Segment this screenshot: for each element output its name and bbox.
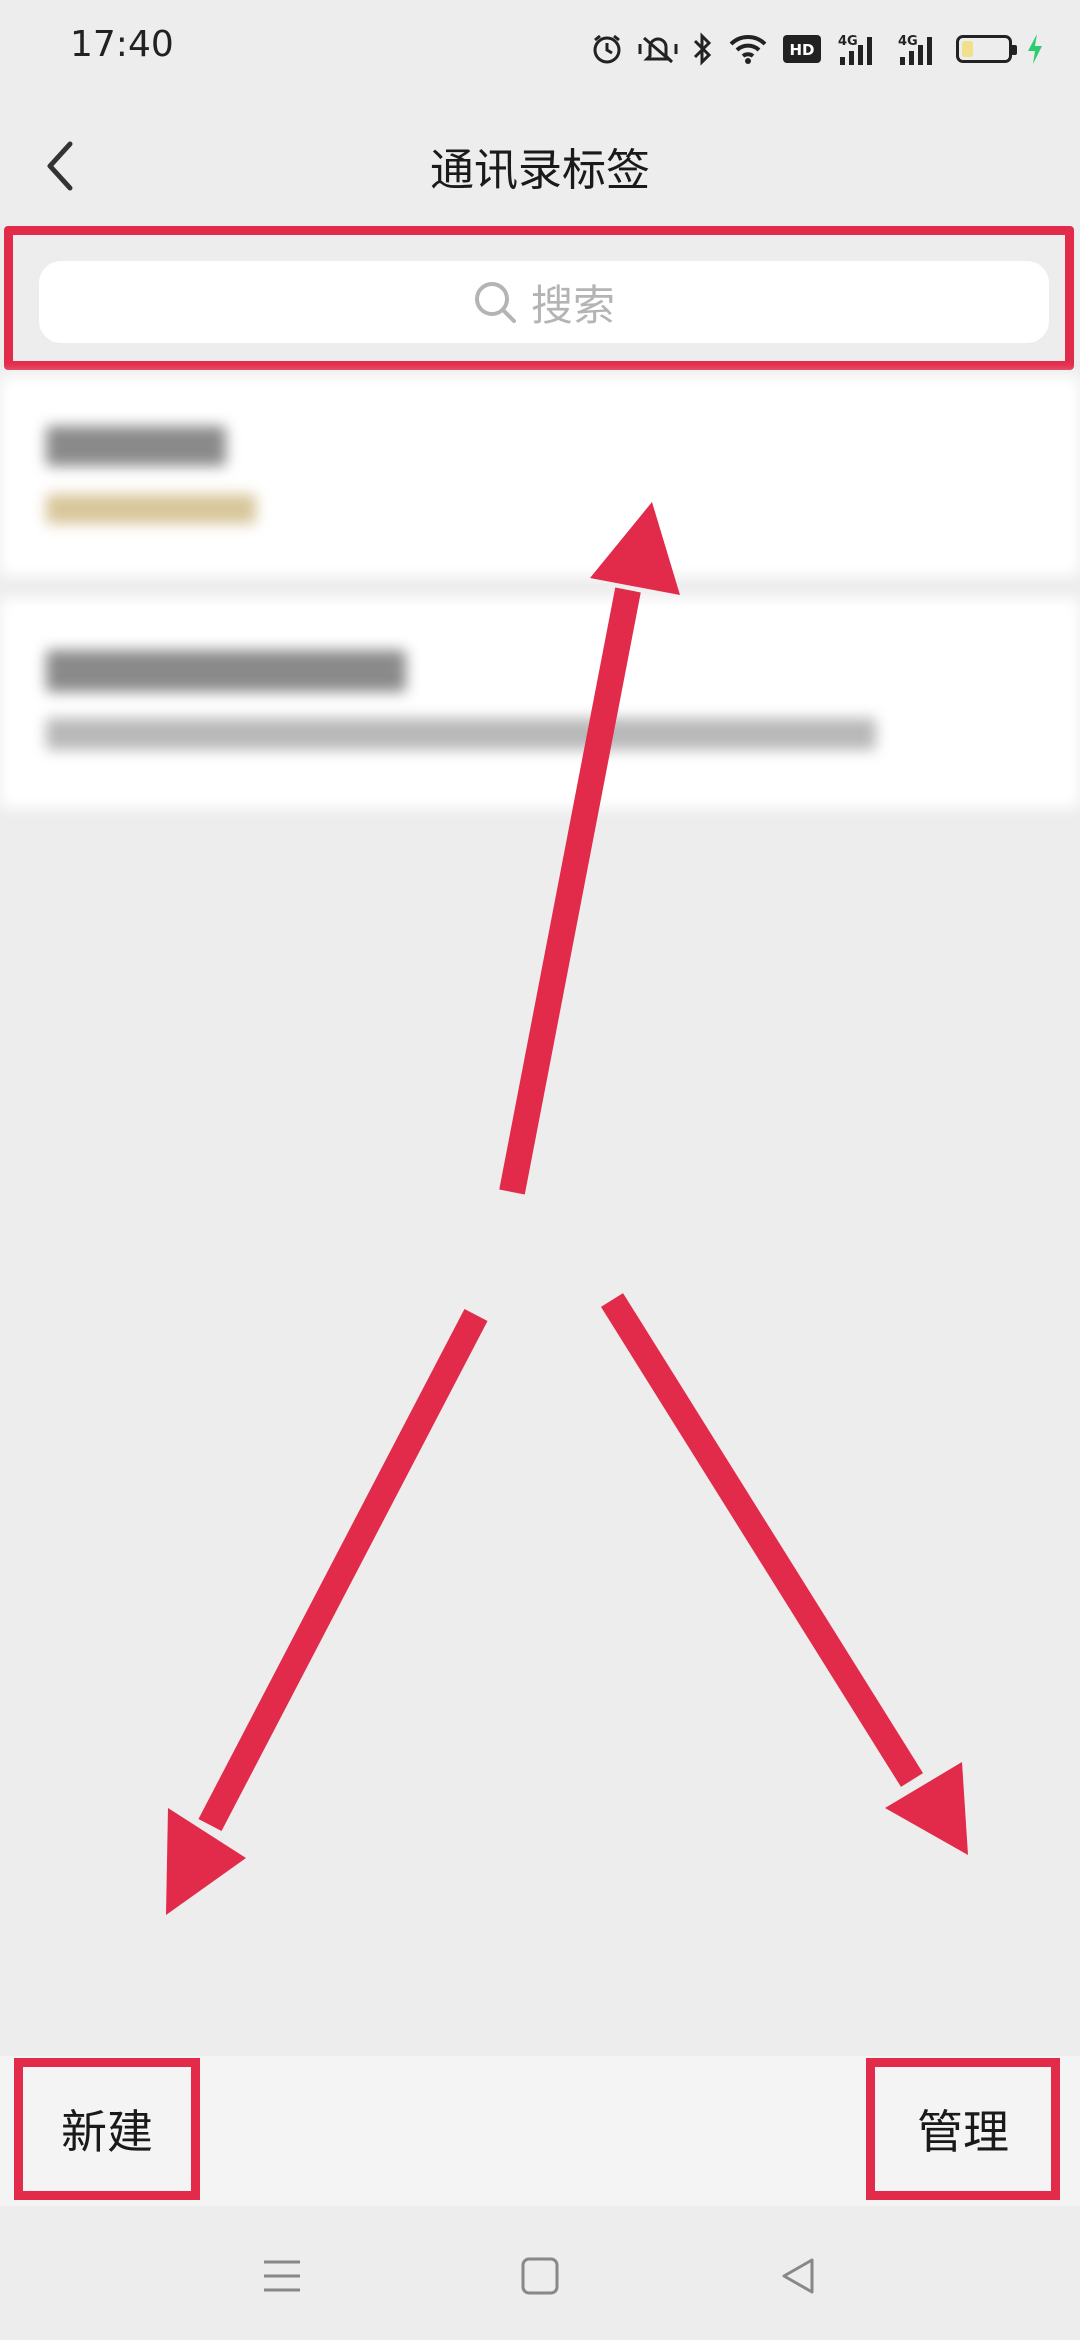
battery-fill xyxy=(962,41,973,57)
menu-button[interactable] xyxy=(242,2236,322,2316)
nav-back-button[interactable] xyxy=(758,2236,838,2316)
signal-4g-icon: 4G xyxy=(836,26,882,72)
hd-icon: HD xyxy=(782,26,822,72)
search-input[interactable]: 搜索 xyxy=(39,261,1049,343)
wifi-icon xyxy=(728,26,768,72)
arrow-to-new xyxy=(166,1308,488,1915)
status-bar: 17:40 HD 4G 4G xyxy=(0,0,1080,96)
back-triangle-icon xyxy=(782,2258,814,2294)
list-item[interactable] xyxy=(0,598,1080,808)
tag-list xyxy=(0,376,1080,808)
title-bar: 通讯录标签 xyxy=(0,110,1080,220)
signal-4g-icon: 4G xyxy=(896,26,942,72)
search-placeholder: 搜索 xyxy=(530,280,615,330)
home-icon xyxy=(521,2257,559,2295)
home-button[interactable] xyxy=(500,2236,580,2316)
page-title: 通讯录标签 xyxy=(430,145,650,196)
status-time: 17:40 xyxy=(70,24,174,65)
search-highlight-box: 搜索 xyxy=(4,226,1074,370)
new-button[interactable]: 新建 xyxy=(14,2058,200,2200)
arrow-to-manage xyxy=(600,1293,968,1855)
manage-button[interactable]: 管理 xyxy=(866,2058,1060,2200)
network-label-2: 4G xyxy=(898,34,918,49)
menu-icon xyxy=(264,2260,300,2292)
hd-label: HD xyxy=(789,41,814,59)
battery-icon xyxy=(956,26,1017,72)
bluetooth-icon xyxy=(692,26,714,72)
network-label-1: 4G xyxy=(838,34,858,49)
status-icons: HD 4G 4G xyxy=(590,26,1044,72)
list-item[interactable] xyxy=(0,376,1080,576)
alarm-icon xyxy=(590,26,624,72)
charging-icon xyxy=(1026,26,1044,72)
vibrate-icon xyxy=(638,26,678,72)
search-icon xyxy=(474,282,516,323)
system-nav-bar xyxy=(0,2206,1080,2340)
